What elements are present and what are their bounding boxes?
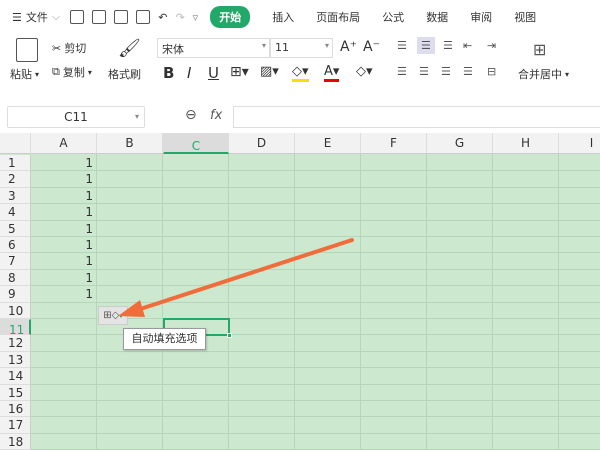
annotation-arrow: [118, 238, 354, 317]
